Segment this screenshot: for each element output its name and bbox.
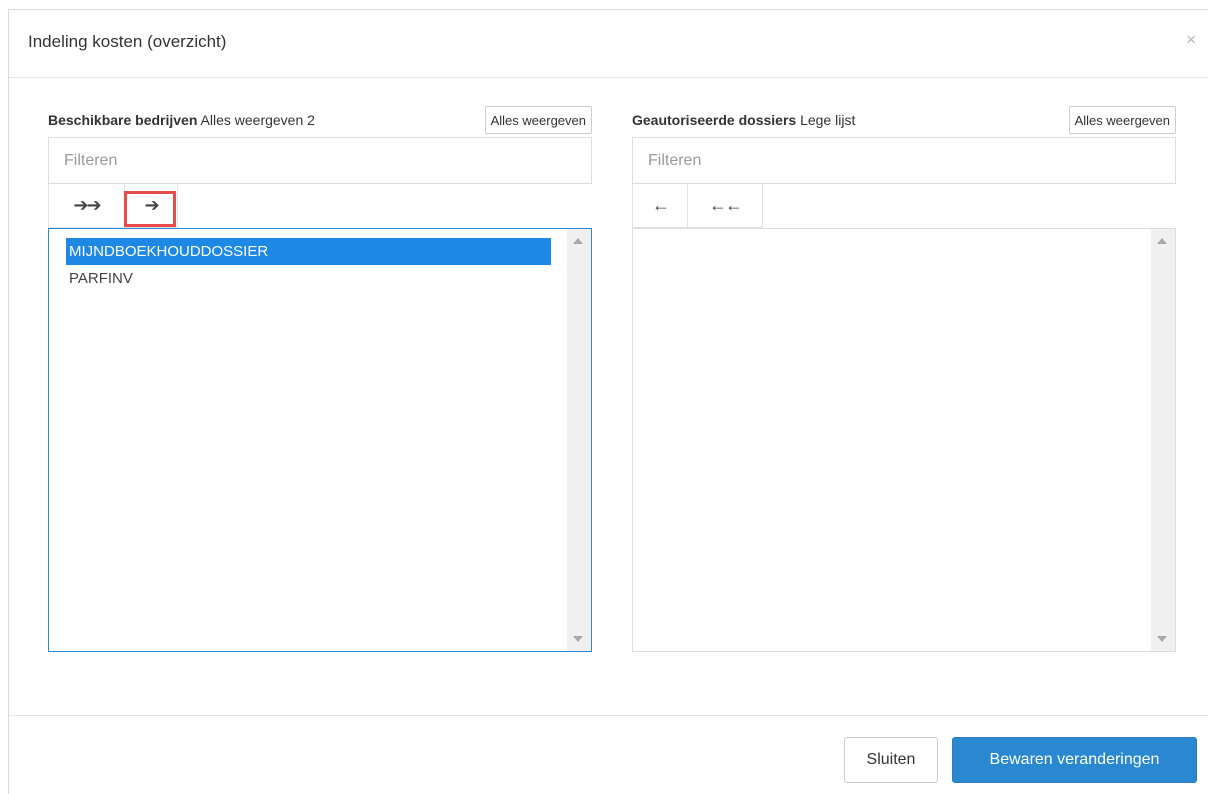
move-all-left-button[interactable]: ←← (687, 184, 763, 228)
modal-footer: Sluiten Bewaren veranderingen (9, 715, 1208, 794)
save-changes-button[interactable]: Bewaren veranderingen (952, 737, 1197, 783)
double-arrow-right-icon: ➔➔ (73, 195, 101, 215)
available-info: Beschikbare bedrijven Alles weergeven 2 (48, 112, 315, 128)
authorized-info: Geautoriseerde dossiers Lege lijst (632, 112, 855, 128)
authorized-count: Lege lijst (800, 112, 856, 128)
left-scrollbar[interactable] (567, 229, 591, 651)
scroll-up-icon[interactable] (1157, 238, 1167, 244)
available-listbox[interactable]: MIJNDBOEKHOUDDOSSIER PARFINV (48, 228, 592, 652)
move-selected-left-button[interactable]: ← (632, 184, 687, 228)
right-move-toolbar: ← ←← (632, 184, 763, 228)
move-selected-right-button[interactable]: ➔ (124, 184, 178, 228)
available-count: Alles weergeven 2 (200, 112, 315, 128)
modal-title: Indeling kosten (overzicht) (28, 32, 227, 51)
available-list: MIJNDBOEKHOUDDOSSIER PARFINV (66, 238, 551, 292)
close-icon[interactable]: × (1186, 30, 1196, 50)
right-filter-input[interactable] (632, 137, 1176, 184)
left-show-all-button[interactable]: Alles weergeven (484, 106, 592, 134)
close-button[interactable]: Sluiten (844, 737, 938, 783)
arrow-left-icon: ← (652, 195, 670, 215)
left-move-toolbar: ➔➔ ➔ (48, 184, 178, 228)
double-arrow-left-icon: ←← (709, 195, 743, 215)
left-filter-input[interactable] (48, 137, 592, 184)
list-item[interactable]: PARFINV (66, 265, 551, 292)
scroll-up-icon[interactable] (573, 238, 583, 244)
right-show-all-button[interactable]: Alles weergeven (1068, 106, 1176, 134)
modal-header: Indeling kosten (overzicht) × (9, 10, 1208, 78)
authorized-listbox[interactable] (632, 228, 1176, 652)
modal-dialog: Indeling kosten (overzicht) × Beschikbar… (8, 9, 1208, 794)
arrow-right-icon: ➔ (144, 195, 159, 215)
authorized-heading: Geautoriseerde dossiers (632, 112, 797, 128)
available-heading: Beschikbare bedrijven (48, 112, 198, 128)
right-scrollbar[interactable] (1151, 229, 1175, 651)
list-item[interactable]: MIJNDBOEKHOUDDOSSIER (66, 238, 551, 265)
move-all-right-button[interactable]: ➔➔ (48, 184, 124, 228)
scroll-down-icon[interactable] (1157, 636, 1167, 642)
scroll-down-icon[interactable] (573, 636, 583, 642)
